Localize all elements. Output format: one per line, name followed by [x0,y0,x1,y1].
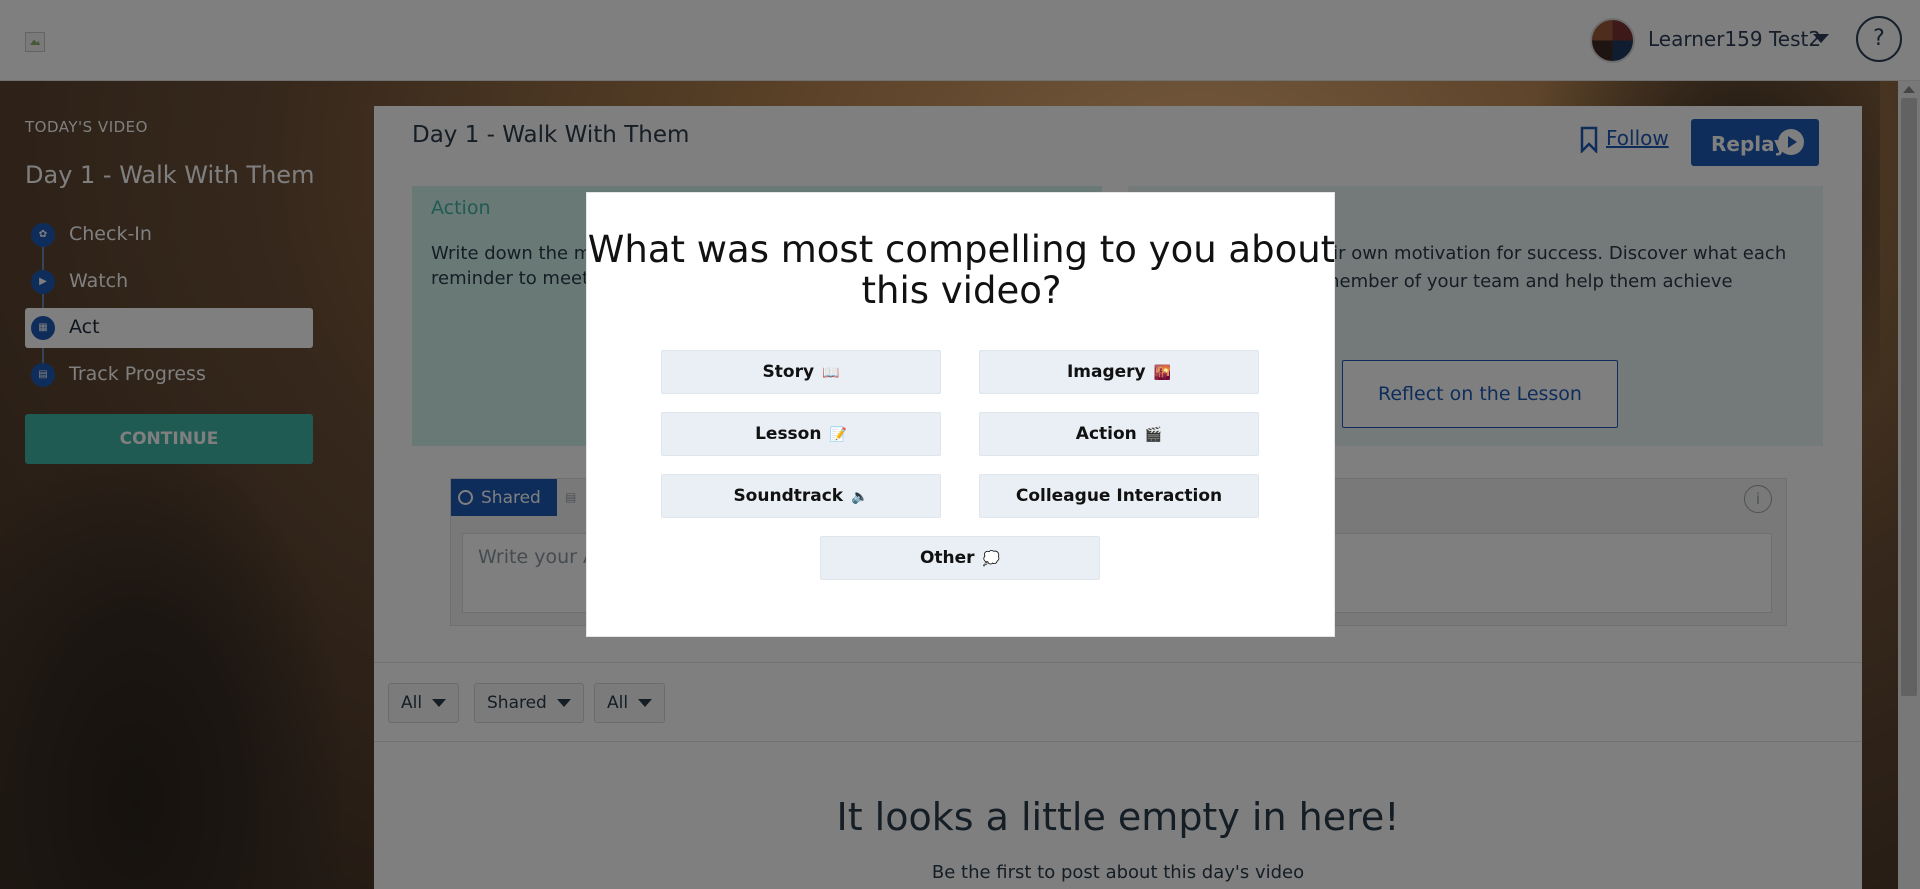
option-label: Soundtrack [733,486,844,506]
option-imagery-button[interactable]: Imagery 🌇 [979,350,1259,394]
option-story-button[interactable]: Story 📖 [661,350,941,394]
option-label: Action [1075,424,1137,444]
feedback-modal: What was most compelling to you about th… [586,192,1335,637]
book-icon: 📖 [822,365,840,381]
sunset-icon: 🌇 [1153,365,1172,381]
thought-bubble-icon: 💭 [982,551,1001,567]
option-label: Other [919,548,975,568]
option-colleague-interaction-button[interactable]: Colleague Interaction [979,474,1259,518]
speaker-icon: 🔈 [851,489,869,505]
memo-icon: 📝 [829,427,847,443]
option-label: Colleague Interaction [1015,486,1223,506]
option-other-button[interactable]: Other 💭 [820,536,1100,580]
clapper-icon: 🎬 [1144,427,1163,443]
option-action-button[interactable]: Action 🎬 [979,412,1259,456]
option-label: Story [762,362,815,382]
option-label: Lesson [755,424,822,444]
modal-title: What was most compelling to you about th… [587,228,1336,312]
option-label: Imagery [1066,362,1146,382]
option-lesson-button[interactable]: Lesson 📝 [661,412,941,456]
option-soundtrack-button[interactable]: Soundtrack 🔈 [661,474,941,518]
